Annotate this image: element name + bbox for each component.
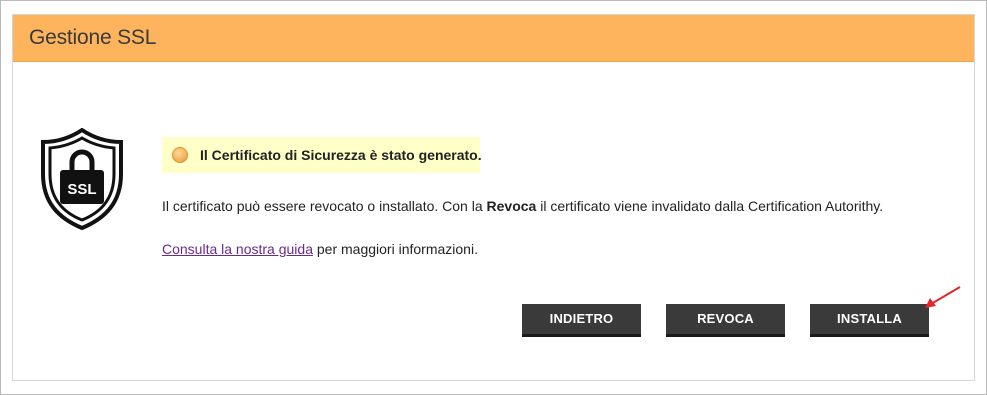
- status-dot-icon: [172, 147, 188, 163]
- panel-header: Gestione SSL: [13, 15, 974, 62]
- window-frame: Gestione SSL SSL Il Certificato di Sicur…: [0, 0, 987, 395]
- description-bold: Revoca: [486, 198, 537, 214]
- revoke-button[interactable]: REVOCA: [666, 304, 785, 334]
- page-title: Gestione SSL: [29, 26, 157, 49]
- ssl-shield-lock-icon: SSL: [41, 128, 123, 230]
- description-part2: il certificato viene invalidato dalla Ce…: [536, 198, 884, 214]
- success-notice: Il Certificato di Sicurezza è stato gene…: [162, 137, 482, 173]
- description-text: Il certificato può essere revocato o ins…: [162, 198, 883, 214]
- guide-text: Consulta la nostra guida per maggiori in…: [162, 241, 478, 257]
- guide-link[interactable]: Consulta la nostra guida: [162, 241, 313, 257]
- notice-text: Il Certificato di Sicurezza è stato gene…: [200, 147, 482, 163]
- red-arrow-icon: [925, 286, 961, 308]
- guide-rest: per maggiori informazioni.: [313, 241, 478, 257]
- back-button[interactable]: INDIETRO: [522, 304, 641, 334]
- ssl-logo-text: SSL: [67, 181, 96, 198]
- description-part1: Il certificato può essere revocato o ins…: [162, 198, 487, 214]
- ssl-panel: Gestione SSL SSL Il Certificato di Sicur…: [12, 14, 975, 381]
